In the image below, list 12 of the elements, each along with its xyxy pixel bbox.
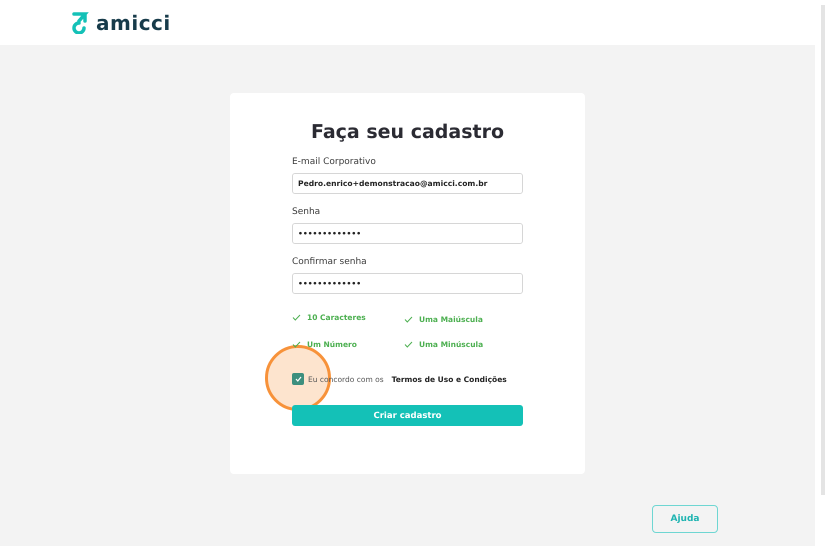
- logo-icon: [70, 12, 90, 34]
- field-label: Confirmar senha: [292, 257, 368, 267]
- logo-text: amicci: [96, 10, 171, 34]
- field-label: Senha: [292, 207, 322, 217]
- check-icon: [292, 314, 301, 321]
- check-icon: [404, 316, 413, 323]
- check-icon: [292, 341, 301, 348]
- field-label: E-mail Corporativo: [292, 157, 377, 167]
- check-icon: [404, 341, 413, 348]
- form-title: Faça seu cadastro: [310, 121, 506, 143]
- checkmark-icon: [294, 376, 302, 382]
- terms-checkbox[interactable]: [292, 373, 304, 385]
